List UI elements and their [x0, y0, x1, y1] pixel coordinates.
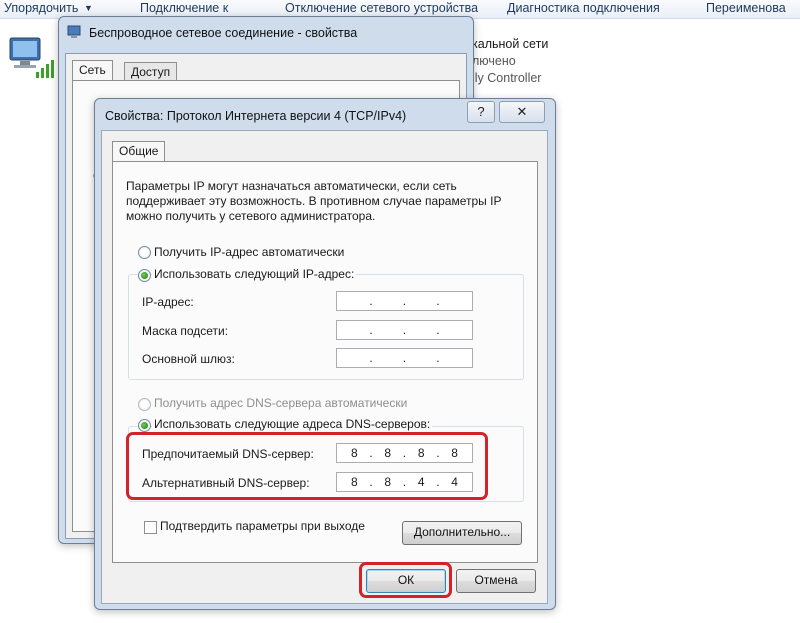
octet: 8 — [351, 475, 358, 489]
octet: 8 — [384, 446, 392, 460]
network-status: лючено — [472, 54, 516, 68]
dns-auto-label[interactable]: Получить адрес DNS-сервера автоматически — [154, 396, 407, 410]
network-name: кальной сети — [472, 37, 549, 51]
help-button[interactable]: ? — [467, 101, 495, 123]
dns-manual-radio[interactable] — [138, 419, 151, 432]
close-button[interactable]: ✕ — [499, 101, 545, 123]
octet: 8 — [417, 446, 425, 460]
ip-auto-radio[interactable] — [138, 246, 151, 259]
octet: 4 — [451, 475, 458, 489]
tab-sharing[interactable]: Доступ — [124, 62, 178, 81]
ip-manual-radio[interactable] — [138, 269, 151, 282]
dns-auto-radio[interactable] — [138, 398, 151, 411]
validate-settings-label[interactable]: Подтвердить параметры при выходе — [160, 519, 365, 533]
organize-dropdown-icon[interactable]: ▼ — [84, 3, 93, 13]
network-adapter: ily Controller — [472, 71, 542, 85]
ip-address-input[interactable]: ... — [336, 291, 473, 311]
tab-general[interactable]: Общие — [112, 141, 166, 162]
default-gateway-label: Основной шлюз: — [142, 352, 235, 366]
subnet-mask-label: Маска подсети: — [142, 324, 229, 338]
ok-button[interactable]: ОК — [366, 569, 446, 593]
organize-menu[interactable]: Упорядочить — [4, 1, 78, 15]
description-text: Параметры IP могут назначаться автоматич… — [126, 179, 502, 223]
dns-manual-label[interactable]: Использовать следующие адреса DNS-сервер… — [152, 417, 433, 431]
octet: 8 — [351, 446, 358, 460]
alternate-dns-label: Альтернативный DNS-сервер: — [142, 476, 310, 490]
network-adapter-icon — [67, 25, 81, 38]
tab-network[interactable]: Сеть — [72, 60, 113, 81]
diagnose-connection-button[interactable]: Диагностика подключения — [507, 1, 660, 15]
disconnect-device-button[interactable]: Отключение сетевого устройства — [285, 1, 478, 15]
ip-auto-label[interactable]: Получить IP-адрес автоматически — [154, 245, 344, 259]
ip-address-label: IP-адрес: — [142, 295, 194, 309]
octet: 4 — [417, 475, 425, 489]
ip-manual-label[interactable]: Использовать следующий IP-адрес: — [152, 267, 357, 281]
validate-settings-checkbox[interactable] — [144, 521, 157, 534]
cancel-button[interactable]: Отмена — [456, 569, 536, 593]
window-title: Беспроводное сетевое соединение - свойст… — [89, 26, 358, 40]
connect-to-button[interactable]: Подключение к — [140, 1, 228, 15]
rename-button[interactable]: Переименова — [706, 1, 786, 15]
wireless-network-icon[interactable] — [6, 34, 56, 84]
subnet-mask-input[interactable]: ... — [336, 320, 473, 340]
preferred-dns-input[interactable]: 8. 8. 8. 8 — [336, 443, 473, 463]
dialog-title: Свойства: Протокол Интернета версии 4 (T… — [105, 109, 407, 123]
octet: 8 — [451, 446, 458, 460]
alternate-dns-input[interactable]: 8. 8. 4. 4 — [336, 472, 473, 492]
octet: 8 — [384, 475, 392, 489]
preferred-dns-label: Предпочитаемый DNS-сервер: — [142, 447, 314, 461]
default-gateway-input[interactable]: ... — [336, 348, 473, 368]
advanced-button[interactable]: Дополнительно... — [402, 521, 522, 545]
